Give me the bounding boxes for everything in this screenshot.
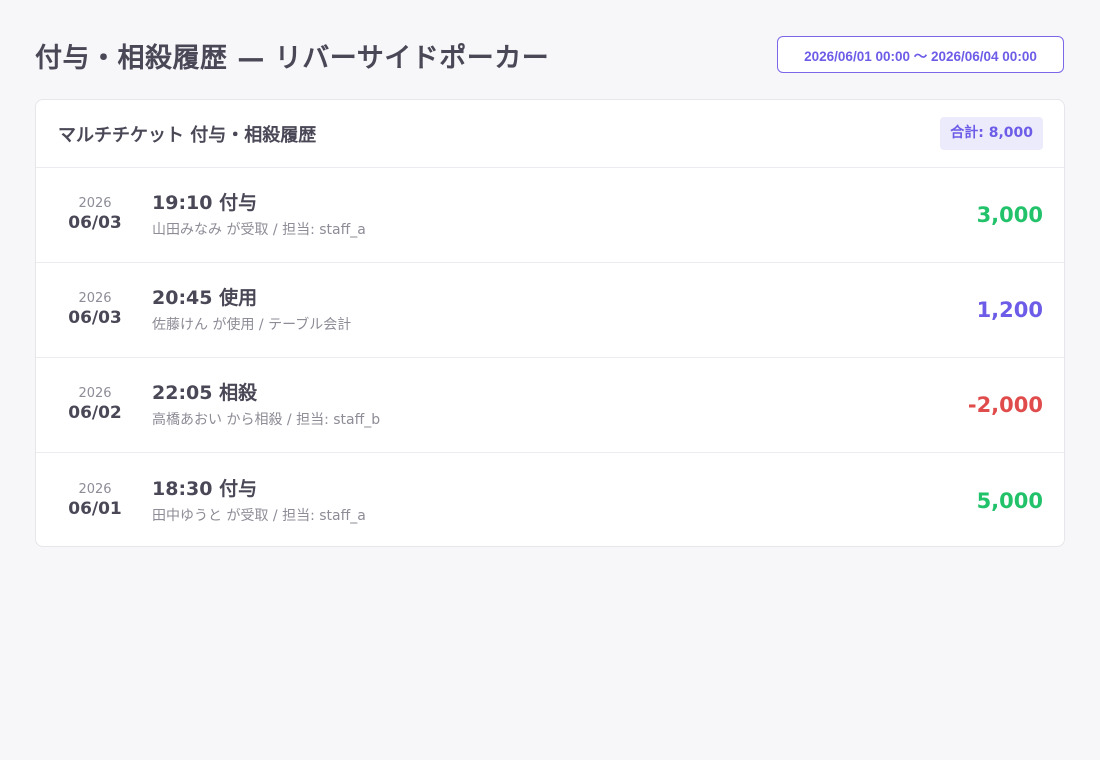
date-range-button[interactable]: 2026/06/01 00:00 〜 2026/06/04 00:00: [777, 36, 1064, 73]
entry-info: 19:10 付与 山田みなみ が受取 / 担当: staff_a: [152, 190, 977, 240]
date-year: 2026: [78, 481, 112, 497]
card-title: マルチチケット 付与・相殺履歴: [58, 124, 317, 146]
history-row: 2026 06/02 22:05 相殺 高橋あおい から相殺 / 担当: sta…: [36, 358, 1064, 453]
entry-amount: 1,200: [976, 298, 1043, 322]
date-year: 2026: [78, 291, 112, 306]
history-row: 2026 06/03 20:45 使用 佐藤けん が使用 / テーブル会計 1,…: [36, 263, 1064, 358]
entry-amount: 5,000: [976, 488, 1043, 513]
history-row: 2026 06/03 19:10 付与 山田みなみ が受取 / 担当: staf…: [36, 168, 1064, 263]
date-block: 2026 06/01: [36, 482, 152, 520]
date-day: 06/01: [68, 498, 122, 519]
date-year: 2026: [78, 386, 112, 401]
page-title: 付与・相殺履歴 — リバーサイドポーカー: [35, 43, 550, 74]
entry-info: 20:45 使用 佐藤けん が使用 / テーブル会計: [152, 285, 977, 335]
entry-title: 19:10 付与: [152, 192, 258, 214]
date-day: 06/03: [68, 213, 122, 233]
date-block: 2026 06/03: [36, 196, 152, 234]
history-row: 2026 06/01 18:30 付与 田中ゆうと が受取 / 担当: staf…: [36, 453, 1064, 546]
card-header: マルチチケット 付与・相殺履歴 合計: 8,000: [36, 100, 1064, 168]
date-day: 06/03: [68, 308, 122, 328]
date-block: 2026 06/03: [36, 291, 152, 329]
date-block: 2026 06/02: [36, 386, 152, 424]
entry-info: 18:30 付与 田中ゆうと が受取 / 担当: staff_a: [152, 476, 977, 526]
entry-detail: 田中ゆうと が受取 / 担当: staff_a: [152, 507, 366, 524]
entry-title: 20:45 使用: [152, 287, 258, 309]
entry-detail: 高橋あおい から相殺 / 担当: staff_b: [152, 412, 381, 428]
entry-title: 22:05 相殺: [152, 382, 258, 404]
entry-detail: 山田みなみ が受取 / 担当: staff_a: [152, 222, 366, 238]
history-card: マルチチケット 付与・相殺履歴 合計: 8,000 2026 06/03 19:…: [35, 99, 1065, 547]
entry-title: 18:30 付与: [152, 477, 258, 500]
entry-detail: 佐藤けん が使用 / テーブル会計: [152, 317, 352, 333]
entry-amount: 3,000: [976, 203, 1043, 227]
entry-amount: -2,000: [967, 393, 1043, 417]
entry-info: 22:05 相殺 高橋あおい から相殺 / 担当: staff_b: [152, 380, 968, 430]
total-badge: 合計: 8,000: [940, 117, 1043, 150]
date-year: 2026: [78, 196, 112, 211]
date-day: 06/02: [68, 403, 122, 423]
